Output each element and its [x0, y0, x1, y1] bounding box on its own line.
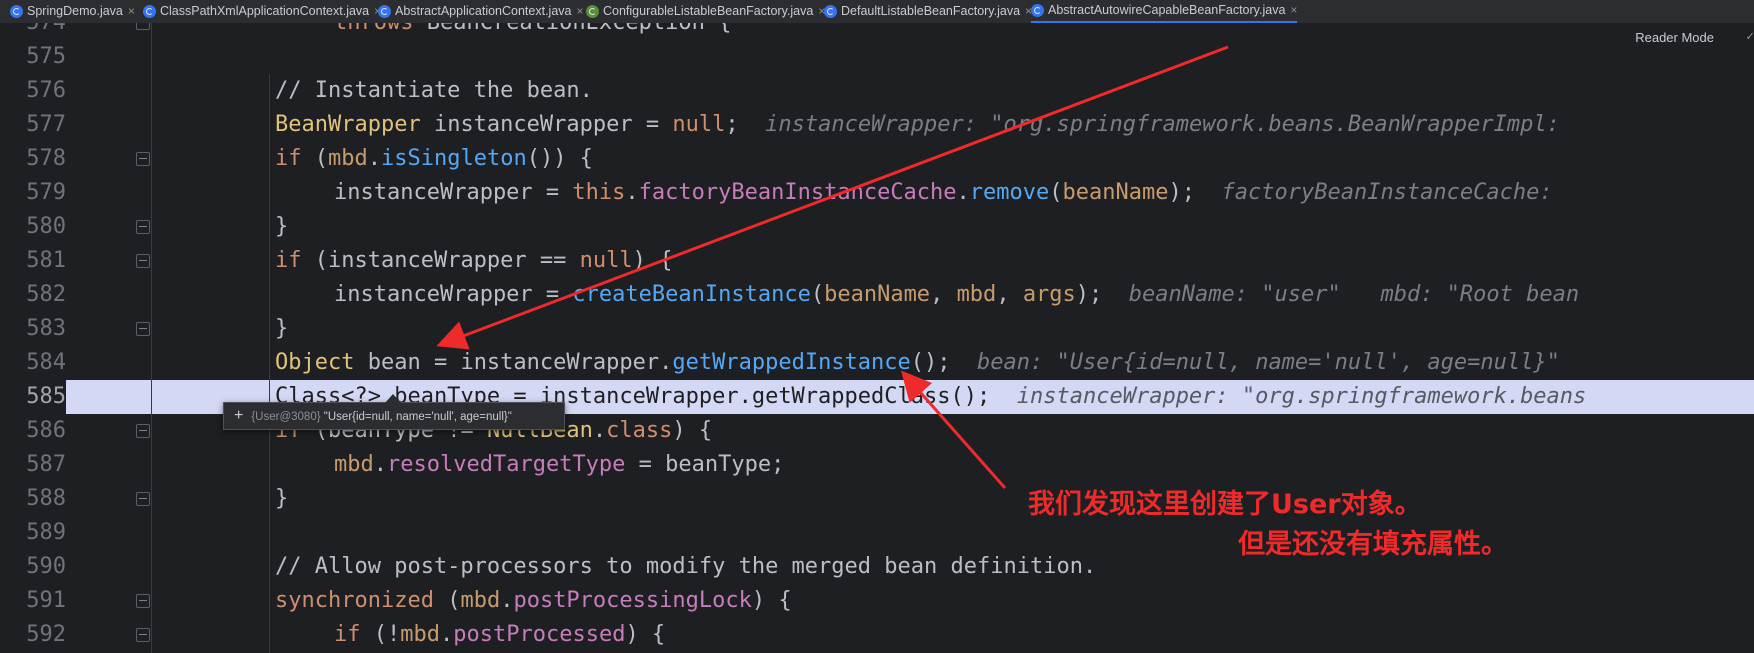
annotation-text-line2: 但是还没有填充属性。: [1238, 529, 1508, 560]
arrow-to-getwrappedinstance: [901, 370, 1007, 489]
annotation-text-line1: 我们发现这里创建了User对象。: [1028, 489, 1422, 520]
arrow-to-line-583: [436, 45, 1229, 350]
